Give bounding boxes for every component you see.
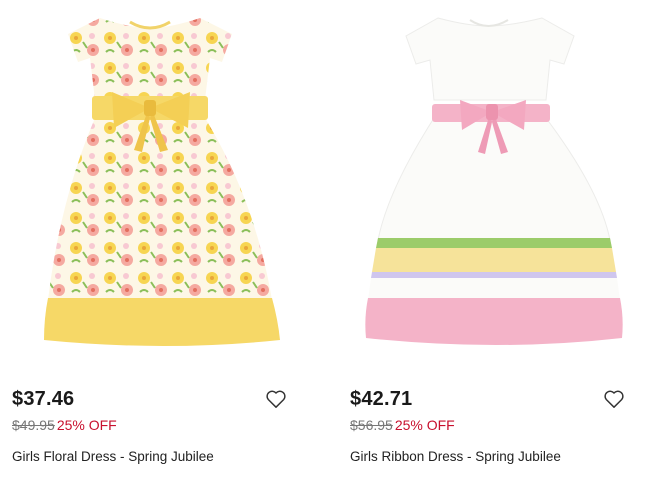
heart-outline-icon[interactable] (265, 389, 287, 409)
discount-badge: 25% OFF (394, 417, 455, 433)
original-price: $56.95 (350, 417, 393, 433)
product-name[interactable]: Girls Floral Dress - Spring Jubilee (12, 449, 214, 464)
product-card[interactable]: $42.71 $56.95 25% OFF Girls Ribbon Dress … (338, 0, 638, 478)
sale-price: $37.46 (12, 388, 75, 410)
price-details: $56.95 25% OFF (350, 417, 455, 433)
ribbon-dress-illustration (365, 17, 623, 345)
discount-badge: 25% OFF (56, 417, 117, 433)
price-details: $49.95 25% OFF (12, 417, 117, 433)
product-name[interactable]: Girls Ribbon Dress - Spring Jubilee (350, 449, 561, 464)
product-image-ribbon-dress[interactable] (338, 0, 638, 360)
product-card[interactable]: $37.46 $49.95 25% OFF Girls Floral Dress … (0, 0, 300, 478)
floral-dress-illustration (44, 18, 280, 346)
original-price: $49.95 (12, 417, 55, 433)
product-image-floral-dress[interactable] (0, 0, 300, 360)
sale-price: $42.71 (350, 388, 413, 410)
heart-outline-icon[interactable] (603, 389, 625, 409)
